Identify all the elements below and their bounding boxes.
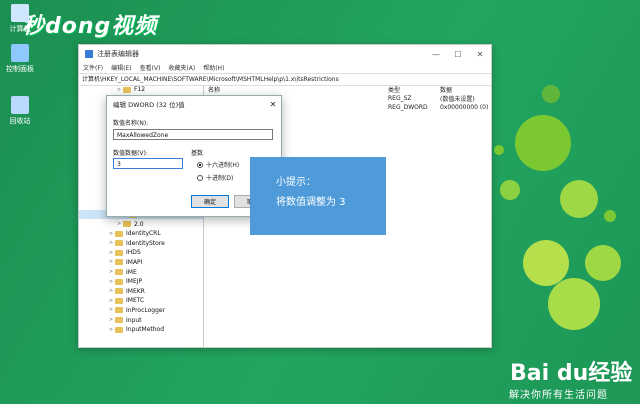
value-data-label: 数值数据(V): bbox=[113, 150, 148, 157]
folder-icon bbox=[115, 326, 123, 333]
tree-node[interactable]: > Input bbox=[79, 315, 203, 325]
ok-button[interactable]: 确定 bbox=[191, 195, 229, 208]
column-name[interactable]: 名称 bbox=[204, 85, 388, 94]
tree-node[interactable]: > IHDS bbox=[79, 248, 203, 258]
desktop-icon-recycle-bin[interactable]: 回收站 bbox=[2, 96, 38, 126]
computer-icon bbox=[11, 4, 29, 22]
tree-node-label: F12 bbox=[134, 86, 146, 94]
maximize-button[interactable]: ☐ bbox=[447, 50, 469, 59]
value-data-field[interactable]: 3 bbox=[113, 158, 183, 169]
tree-node-label: IMEJP bbox=[126, 278, 143, 286]
tree-node[interactable]: > InputMethod bbox=[79, 325, 203, 335]
folder-icon bbox=[115, 240, 123, 247]
folder-icon bbox=[115, 269, 123, 276]
base-label: 基数 bbox=[191, 150, 204, 157]
value-type: REG_DWORD bbox=[388, 104, 428, 111]
value-data: (数值未设置) bbox=[440, 96, 475, 103]
decor-circle bbox=[523, 240, 569, 286]
menu-favorites[interactable]: 收藏夹(A) bbox=[168, 63, 195, 73]
value-data: 0x00000000 (0) bbox=[440, 104, 489, 111]
radio-hex-label: 十六进制(H) bbox=[206, 162, 240, 169]
decor-circle bbox=[560, 180, 598, 218]
dialog-title-bar: 编辑 DWORD (32 位)值 ✕ bbox=[107, 96, 281, 112]
desktop-icon-label: 控制面板 bbox=[6, 65, 34, 73]
folder-icon bbox=[115, 288, 123, 295]
tree-node[interactable]: > IMETC bbox=[79, 296, 203, 306]
tree-node-label: IdentityStore bbox=[126, 239, 165, 247]
decor-circle bbox=[515, 115, 571, 171]
control-panel-icon bbox=[11, 44, 29, 62]
recycle-bin-icon bbox=[11, 96, 29, 114]
menu-help[interactable]: 帮助(H) bbox=[203, 63, 224, 73]
decor-circle bbox=[604, 210, 616, 222]
value-type: REG_SZ bbox=[388, 95, 412, 102]
tree-node-label: Input bbox=[126, 316, 142, 324]
tree-node[interactable]: > IMEKR bbox=[79, 286, 203, 296]
decor-circle bbox=[542, 85, 560, 103]
baidu-logo: Bai du经验 bbox=[510, 361, 633, 386]
tip-title: 小提示： bbox=[276, 177, 316, 188]
tree-node-label: IMAPI bbox=[126, 258, 143, 266]
tree-node[interactable]: > IdentityStore bbox=[79, 239, 203, 249]
radio-dec-label: 十进制(D) bbox=[206, 175, 234, 182]
desktop-icon-computer[interactable]: 计算机 bbox=[2, 4, 38, 34]
radio-dec[interactable]: 十进制(D) bbox=[197, 173, 233, 182]
tree-node-label: InputMethod bbox=[126, 326, 165, 334]
column-data[interactable]: 数据 bbox=[440, 85, 452, 94]
decor-circle bbox=[585, 245, 621, 281]
window-title: 注册表编辑器 bbox=[97, 50, 139, 58]
radio-unselected-icon bbox=[197, 174, 203, 181]
decor-circle bbox=[500, 180, 520, 200]
tip-box: 小提示： 将数值调整为 3 bbox=[250, 157, 386, 235]
minimize-button[interactable]: — bbox=[425, 50, 447, 59]
folder-icon bbox=[115, 297, 123, 304]
tree-node[interactable]: > InProcLogger bbox=[79, 306, 203, 316]
tree-node[interactable]: > F12 bbox=[79, 85, 203, 95]
regedit-app-icon bbox=[85, 50, 93, 58]
menu-file[interactable]: 文件(F) bbox=[83, 63, 103, 73]
folder-icon bbox=[115, 307, 123, 314]
tree-node[interactable]: > IMEJP bbox=[79, 277, 203, 287]
decor-circle bbox=[494, 145, 504, 155]
tip-text: 将数值调整为 3 bbox=[276, 197, 346, 208]
title-bar: 注册表编辑器 — ☐ ✕ bbox=[79, 45, 491, 63]
tree-node-label: IMETC bbox=[126, 297, 145, 305]
decor-circle bbox=[548, 278, 600, 330]
radio-selected-icon bbox=[197, 161, 203, 168]
folder-icon bbox=[123, 86, 131, 93]
value-name-field[interactable]: MaxAllowedZone bbox=[113, 129, 273, 140]
folder-icon bbox=[115, 249, 123, 256]
tree-node[interactable]: > IME bbox=[79, 267, 203, 277]
baidu-slogan: 解决你所有生活问题 bbox=[509, 390, 608, 401]
folder-icon bbox=[123, 221, 131, 228]
dialog-close-icon[interactable]: ✕ bbox=[265, 100, 281, 109]
radio-hex[interactable]: 十六进制(H) bbox=[197, 160, 239, 169]
tree-node-label: IdentityCRL bbox=[126, 230, 161, 238]
tree-node-label: IHDS bbox=[126, 249, 141, 257]
desktop-icon-label: 计算机 bbox=[9, 25, 31, 33]
column-type[interactable]: 类型 bbox=[388, 85, 440, 94]
tree-node[interactable]: > IdentityCRL bbox=[79, 229, 203, 239]
tree-node-label: 2.0 bbox=[134, 220, 144, 228]
tree-node-label: IME bbox=[126, 268, 137, 276]
folder-icon bbox=[115, 259, 123, 266]
tree-node[interactable]: >2.0 bbox=[79, 219, 203, 229]
list-header: 名称 类型 数据 bbox=[204, 85, 491, 94]
tree-node-label: IMEKR bbox=[126, 287, 145, 295]
folder-icon bbox=[115, 230, 123, 237]
value-name-label: 数值名称(N): bbox=[113, 120, 149, 127]
desktop-icon-control-panel[interactable]: 控制面板 bbox=[2, 44, 38, 74]
tree-node-label: InProcLogger bbox=[126, 306, 166, 314]
menu-view[interactable]: 查看(V) bbox=[140, 63, 161, 73]
tree-node[interactable]: > IMAPI bbox=[79, 258, 203, 268]
brand-logo: 秒dong视频 bbox=[22, 14, 158, 39]
folder-icon bbox=[115, 278, 123, 285]
desktop-icon-label: 回收站 bbox=[9, 117, 31, 125]
menu-edit[interactable]: 编辑(E) bbox=[111, 63, 131, 73]
menu-bar: 文件(F) 编辑(E) 查看(V) 收藏夹(A) 帮助(H) bbox=[79, 63, 491, 73]
dialog-title: 编辑 DWORD (32 位)值 bbox=[113, 101, 185, 109]
folder-icon bbox=[115, 317, 123, 324]
close-button[interactable]: ✕ bbox=[469, 50, 491, 59]
